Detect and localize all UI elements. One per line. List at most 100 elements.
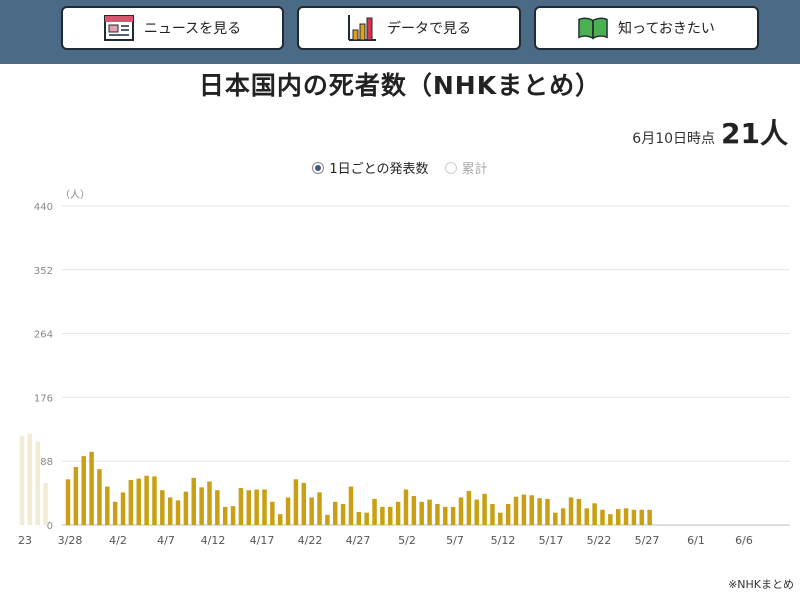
bar: [584, 508, 590, 525]
bar: [254, 489, 259, 525]
bar: [427, 499, 432, 525]
bar: [81, 456, 86, 525]
x-tick-label: 6/6: [735, 534, 753, 547]
bar: [521, 494, 527, 525]
x-tick-label: 3/28: [58, 534, 83, 547]
bar: [380, 506, 385, 525]
bar: [238, 488, 244, 525]
bar: [505, 503, 511, 525]
news-button[interactable]: ニュースを見る: [61, 6, 284, 50]
bar: [301, 482, 307, 525]
x-tick-label: 5/17: [539, 534, 564, 547]
x-tick-label: 6/1: [687, 534, 705, 547]
bar: [435, 503, 440, 525]
data-button[interactable]: データで見る: [297, 6, 521, 50]
bar: [317, 492, 322, 525]
x-tick-label: 4/17: [250, 534, 275, 547]
bar: [474, 499, 479, 525]
bar: [97, 469, 102, 525]
bar: [395, 501, 401, 525]
bar: [388, 506, 393, 525]
bar: [215, 490, 220, 525]
as-of-count: 21人: [721, 117, 788, 150]
bar: [592, 503, 597, 525]
bar-chart-icon: [347, 14, 377, 42]
bar: [356, 511, 362, 525]
radio-checked-icon: [312, 161, 325, 174]
faded-bar: [35, 441, 40, 525]
y-axis-label: （人）: [60, 189, 90, 201]
source-note: ※NHKまとめ: [728, 578, 794, 591]
bar: [230, 506, 236, 525]
cumulative-radio[interactable]: 累計: [444, 158, 488, 177]
bar: [498, 512, 503, 525]
know-button[interactable]: 知っておきたい: [534, 6, 759, 50]
daily-radio[interactable]: 1日ごとの発表数: [312, 158, 429, 177]
x-tick-label: 5/2: [398, 534, 416, 547]
bar: [372, 498, 377, 525]
y-tick-label: 264: [34, 330, 53, 341]
view-toggle: 1日ごとの発表数 累計: [0, 158, 800, 177]
bar: [325, 514, 330, 525]
bar: [105, 486, 110, 525]
x-tick-label: 23: [18, 534, 32, 547]
y-tick-label: 88: [40, 457, 53, 468]
bar: [458, 497, 464, 525]
bar: [490, 503, 495, 525]
bar: [128, 480, 134, 525]
bar: [576, 498, 582, 525]
bar: [73, 467, 79, 525]
book-icon: [578, 14, 608, 42]
x-tick-label: 4/22: [298, 534, 323, 547]
as-of-summary: 6月10日時点 21人: [632, 112, 788, 152]
bar: [293, 479, 299, 525]
faded-bar: [43, 482, 48, 525]
bar: [65, 479, 71, 525]
x-tick-label: 4/12: [201, 534, 226, 547]
bar: [568, 497, 574, 525]
bar: [262, 489, 267, 525]
top-nav-bar: ニュースを見る データで見る 知っておきたい: [0, 0, 800, 64]
know-button-label: 知っておきたい: [618, 21, 715, 37]
bar: [639, 509, 645, 525]
bar: [450, 506, 456, 525]
bar: [403, 489, 409, 525]
x-tick-label: 5/27: [635, 534, 660, 547]
bar: [411, 496, 417, 525]
bar: [545, 498, 550, 525]
bar: [482, 493, 487, 525]
bar: [175, 500, 181, 525]
bar: [152, 476, 157, 525]
bar: [537, 498, 542, 525]
data-button-label: データで見る: [387, 21, 471, 37]
x-tick-label: 5/22: [587, 534, 612, 547]
bar: [332, 501, 338, 525]
bar: [466, 490, 472, 525]
bar: [144, 475, 149, 525]
bar: [160, 490, 165, 525]
cumulative-radio-label: 累計: [461, 162, 488, 177]
bar: [560, 508, 566, 525]
bar: [608, 514, 613, 525]
x-tick-label: 5/12: [491, 534, 516, 547]
bar: [136, 478, 141, 525]
bar: [647, 509, 652, 525]
faded-bar: [19, 435, 25, 525]
bar: [183, 491, 189, 525]
bar: [167, 497, 173, 525]
daily-radio-label: 1日ごとの発表数: [329, 162, 429, 177]
as-of-date: 6月10日時点: [632, 131, 716, 147]
deaths-bar-chart: 088176264352440（人）23 3/28 4/2 4/7 4/12 4/17 4/…: [18, 189, 790, 547]
bar: [89, 451, 94, 525]
bar: [615, 509, 621, 525]
bar: [443, 506, 448, 525]
news-button-label: ニュースを見る: [143, 21, 242, 37]
page-title: 日本国内の死者数（NHKまとめ）: [198, 71, 602, 100]
radio-unchecked-icon: [444, 161, 457, 174]
bar: [348, 486, 354, 525]
bar: [513, 496, 519, 525]
faded-bar: [27, 433, 33, 525]
bar: [309, 497, 314, 525]
x-tick-label: 4/7: [157, 534, 175, 547]
bar: [285, 497, 291, 525]
